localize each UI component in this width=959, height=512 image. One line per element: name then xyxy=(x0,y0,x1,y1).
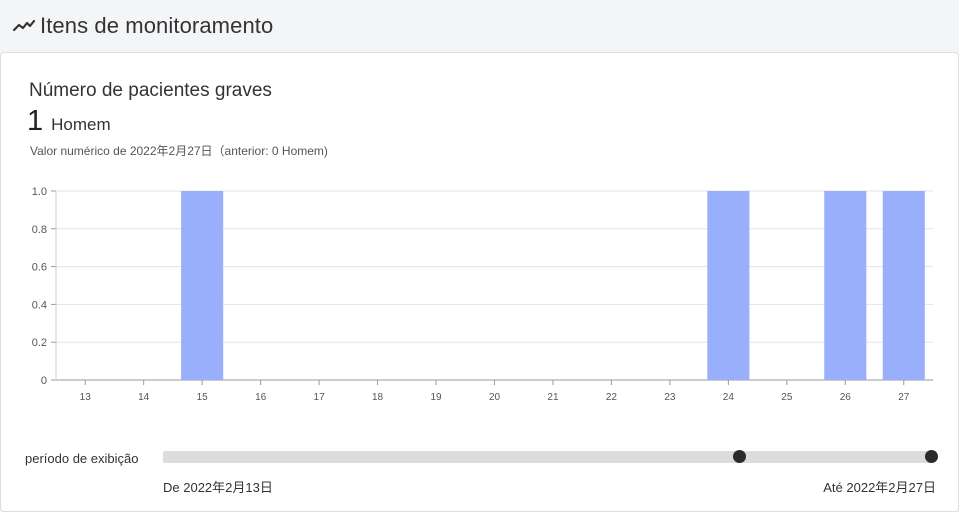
y-tick-label: 1.0 xyxy=(32,186,47,198)
page-header: Itens de monitoramento xyxy=(0,0,959,52)
slider-handle-start[interactable] xyxy=(733,450,746,463)
x-tick-label: 27 xyxy=(898,392,910,403)
bar xyxy=(707,191,750,380)
y-tick-label: 0.2 xyxy=(32,337,47,349)
y-tick-label: 0.6 xyxy=(32,262,47,274)
x-tick-label: 26 xyxy=(840,392,852,403)
current-value: 1 Homem xyxy=(27,105,111,138)
x-tick-label: 21 xyxy=(547,392,559,403)
trend-line-icon xyxy=(12,19,36,32)
bar-chart: 0 0.2 0.4 0.6 0.8 1.0 13 14 15 16 17 18 19 20 21 22 23 24… xyxy=(32,186,933,403)
x-tick-label: 14 xyxy=(138,392,150,403)
bar xyxy=(181,191,224,380)
period-label: período de exibição xyxy=(25,451,139,466)
bar xyxy=(882,191,925,380)
value-number: 1 xyxy=(27,105,44,137)
x-tick-label: 15 xyxy=(197,392,209,403)
x-tick-label: 19 xyxy=(430,392,442,403)
page-title: Itens de monitoramento xyxy=(40,13,274,38)
slider-handle-end[interactable] xyxy=(925,450,938,463)
y-tick-label: 0.4 xyxy=(32,299,47,311)
card-title: Número de pacientes graves xyxy=(29,80,272,101)
value-note: Valor numérico de 2022年2月27日（anterior: 0… xyxy=(30,144,328,158)
x-tick-label: 17 xyxy=(314,392,326,403)
range-start-date: De 2022年2月13日 xyxy=(163,480,273,495)
monitoring-card: Número de pacientes graves 1 Homem Valor… xyxy=(0,52,959,512)
x-tick-label: 22 xyxy=(606,392,618,403)
x-tick-label: 25 xyxy=(781,392,793,403)
x-tick-label: 13 xyxy=(80,392,92,403)
x-tick-label: 18 xyxy=(372,392,384,403)
value-unit: Homem xyxy=(51,115,111,134)
range-end-date: Até 2022年2月27日 xyxy=(823,480,936,495)
period-slider[interactable] xyxy=(163,450,938,463)
x-tick-label: 23 xyxy=(664,392,676,403)
x-tick-label: 24 xyxy=(723,392,735,403)
x-tick-label: 20 xyxy=(489,392,501,403)
bar xyxy=(824,191,867,380)
y-tick-label: 0.8 xyxy=(32,224,47,236)
x-tick-label: 16 xyxy=(255,392,267,403)
y-tick-label: 0 xyxy=(41,375,47,387)
